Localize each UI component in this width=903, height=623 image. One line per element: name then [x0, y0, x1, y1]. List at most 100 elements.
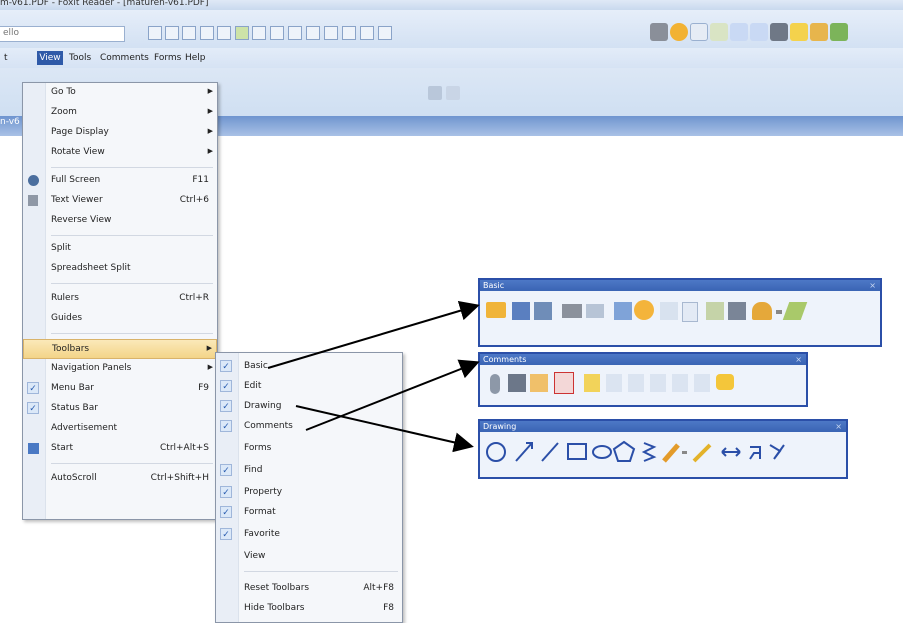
view-menu-start[interactable]: Start Ctrl+Alt+S [23, 439, 217, 459]
pencil-format-button[interactable] [235, 26, 249, 40]
view-menu-goto[interactable]: Go To ▶ [23, 83, 217, 103]
toolbar-forms-item[interactable]: Forms [216, 439, 402, 459]
menu-tools[interactable]: Tools [69, 53, 91, 63]
toolbar-view-item[interactable]: View [216, 547, 402, 567]
callout-icon[interactable] [554, 372, 574, 394]
toolbar-format-item[interactable]: ✓ Format [216, 503, 402, 523]
squiggly-text-icon[interactable] [650, 374, 666, 392]
highlight-text-icon[interactable] [584, 374, 600, 392]
view-menu-guides[interactable]: Guides [23, 309, 217, 329]
snapshot-icon[interactable] [710, 23, 728, 41]
view-menu-advertisement[interactable]: Advertisement [23, 419, 217, 439]
hand-tool-icon[interactable] [634, 300, 654, 320]
menu-forms[interactable]: Forms [154, 53, 181, 63]
drawing-toolbar[interactable]: Drawing × [478, 419, 848, 479]
replace-text-icon[interactable] [672, 374, 688, 392]
close-icon[interactable]: × [869, 280, 876, 291]
toolbar-favorite-item[interactable]: ✓ Favorite [216, 525, 402, 545]
print-icon[interactable] [562, 304, 582, 318]
save-copy-icon[interactable] [614, 302, 632, 320]
highlight-icon[interactable] [810, 23, 828, 41]
snapshot-icon[interactable] [706, 302, 724, 320]
format-button-3[interactable] [182, 26, 196, 40]
toolbar-comments-item[interactable]: ✓ Comments [216, 417, 402, 437]
dropdown-icon[interactable] [776, 310, 782, 314]
menu-view[interactable]: View [37, 51, 63, 65]
annotation-tool-icon[interactable] [446, 86, 460, 100]
view-menu-toolbars[interactable]: Toolbars ▶ [23, 339, 217, 359]
align-right-button[interactable] [324, 26, 338, 40]
attachment-icon[interactable] [490, 374, 500, 394]
save-as-icon[interactable] [534, 302, 552, 320]
view-menu-rotate-view[interactable]: Rotate View ▶ [23, 143, 217, 163]
view-menu-rulers[interactable]: Rulers Ctrl+R [23, 289, 217, 309]
menu-edit[interactable]: t [4, 53, 8, 63]
zoom-icon[interactable] [660, 302, 678, 320]
edit-tool-icon[interactable] [428, 86, 442, 100]
select-cursor-icon[interactable] [690, 23, 708, 41]
justify-button[interactable] [342, 26, 356, 40]
redo-icon[interactable] [750, 23, 768, 41]
reset-toolbars-item[interactable]: Reset Toolbars Alt+F8 [216, 579, 402, 599]
toolbar-basic-item[interactable]: ✓ Basic [216, 357, 402, 377]
format-button-4[interactable] [200, 26, 214, 40]
view-menu-text-viewer[interactable]: Text Viewer Ctrl+6 [23, 191, 217, 211]
view-menu-page-display[interactable]: Page Display ▶ [23, 123, 217, 143]
view-menu-zoom[interactable]: Zoom ▶ [23, 103, 217, 123]
view-menu-spreadsheet-split[interactable]: Spreadsheet Split [23, 259, 217, 279]
view-menu-navigation-panels[interactable]: Navigation Panels ▶ [23, 359, 217, 379]
sign-icon[interactable] [782, 302, 808, 320]
typewriter-icon[interactable] [508, 374, 526, 392]
align-left-button[interactable] [288, 26, 302, 40]
typewriter-icon[interactable] [770, 23, 788, 41]
search-input[interactable] [0, 27, 124, 39]
underline-text-icon[interactable] [606, 374, 622, 392]
view-menu-reverse-view[interactable]: Reverse View [23, 211, 217, 231]
view-menu-menu-bar[interactable]: ✓ Menu Bar F9 [23, 379, 217, 399]
insert-text-icon[interactable] [694, 374, 710, 392]
note-icon[interactable] [716, 374, 734, 390]
toolbar-edit-item[interactable]: ✓ Edit [216, 377, 402, 397]
strikeout-text-icon[interactable] [628, 374, 644, 392]
undo-icon[interactable] [730, 23, 748, 41]
close-icon[interactable]: × [795, 354, 802, 365]
basic-toolbar[interactable]: Basic × [478, 278, 882, 347]
search-box[interactable] [0, 26, 125, 42]
textbox-icon[interactable] [530, 374, 548, 392]
email-icon[interactable] [586, 304, 604, 318]
typewriter-icon[interactable] [728, 302, 746, 320]
format-button-5[interactable] [217, 26, 231, 40]
rectangle-tool-icon [567, 443, 587, 460]
menu-comments[interactable]: Comments [100, 53, 149, 63]
align-center-button[interactable] [306, 26, 320, 40]
toolbar-find-item[interactable]: ✓ Find [216, 461, 402, 481]
select-cursor-icon[interactable] [682, 302, 698, 322]
menu-help[interactable]: Help [185, 53, 206, 63]
hide-toolbars-item[interactable]: Hide Toolbars F8 [216, 599, 402, 619]
format-button-1[interactable] [148, 26, 162, 40]
close-icon[interactable]: × [835, 421, 842, 432]
print-icon[interactable] [650, 23, 668, 41]
stamp-icon[interactable] [830, 23, 848, 41]
document-tab[interactable]: n-v6 [0, 117, 20, 127]
italic-button[interactable] [270, 26, 284, 40]
comments-toolbar-title[interactable]: Comments × [480, 354, 806, 365]
text-size-button[interactable] [360, 26, 374, 40]
basic-toolbar-title[interactable]: Basic × [480, 280, 880, 291]
open-folder-icon[interactable] [486, 302, 506, 318]
drawing-toolbar-title[interactable]: Drawing × [480, 421, 846, 432]
view-menu-autoscroll[interactable]: AutoScroll Ctrl+Shift+H [23, 469, 217, 489]
hand-tool-icon[interactable] [670, 23, 688, 41]
format-button-2[interactable] [165, 26, 179, 40]
view-menu-full-screen[interactable]: Full Screen F11 [23, 171, 217, 191]
note-icon[interactable] [790, 23, 808, 41]
view-menu-split[interactable]: Split [23, 239, 217, 259]
stamp-icon[interactable] [752, 302, 772, 320]
toolbar-drawing-item[interactable]: ✓ Drawing [216, 397, 402, 417]
view-menu-status-bar[interactable]: ✓ Status Bar [23, 399, 217, 419]
comments-toolbar[interactable]: Comments × [478, 352, 808, 407]
toolbar-property-item[interactable]: ✓ Property [216, 483, 402, 503]
bold-button[interactable] [252, 26, 266, 40]
save-icon[interactable] [512, 302, 530, 320]
next-format-button[interactable] [378, 26, 392, 40]
